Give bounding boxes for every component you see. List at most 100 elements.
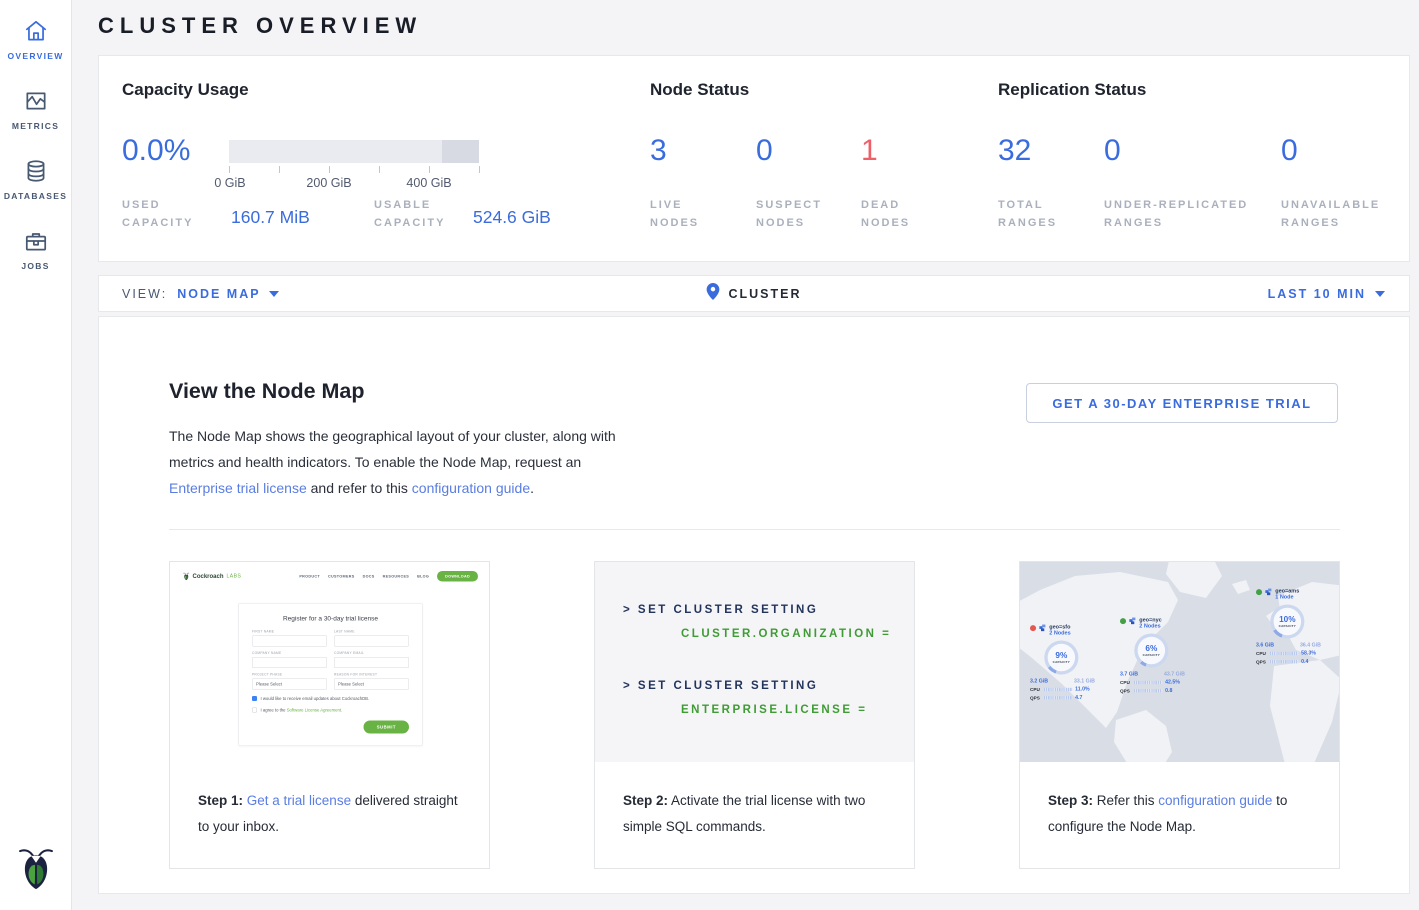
jobs-icon [23, 228, 49, 254]
step-number: Step 1: [198, 793, 243, 808]
replication-status-title: Replication Status [998, 80, 1146, 100]
field-label: COMPANY NAME [252, 652, 327, 656]
get-trial-license-link[interactable]: Get a trial license [247, 793, 351, 808]
home-icon [23, 18, 49, 44]
node-status-title: Node Status [650, 80, 749, 100]
capacity-gauge: 10%CAPACITY [1270, 605, 1304, 639]
cockroach-labs-logo-icon [18, 845, 54, 896]
cpu-bar [1044, 688, 1073, 691]
cockroach-labs-logo: Cockroach LABS [183, 572, 241, 581]
step3-caption: Step 3: Refer this configuration guide t… [1020, 762, 1339, 840]
map-node-sfo: geo=sfo2 Nodes 9%CAPACITY 3.2 GiB33.1 Gi… [1030, 624, 1118, 700]
node-live-dot [1256, 589, 1262, 595]
select-input: Please Select [334, 679, 409, 690]
axis-tick: 0 GiB [214, 176, 245, 190]
node-map-thumbnail: geo=sfo2 Nodes 9%CAPACITY 3.2 GiB33.1 Gi… [1020, 562, 1339, 762]
under-replicated-value: 0 [1104, 134, 1121, 168]
step2-card: > SET CLUSTER SETTING CLUSTER.ORGANIZATI… [594, 561, 915, 869]
sidebar: OVERVIEW METRICS DATABASES JOBS [0, 0, 72, 910]
desc-text: The Node Map shows the geographical layo… [169, 428, 616, 470]
nav-item: CUSTOMERS [328, 574, 355, 579]
capacity-bar [229, 140, 479, 163]
nav-item: BLOG [417, 574, 429, 579]
license-agreement-link: Software License Agreement. [287, 708, 343, 713]
page-title: CLUSTER OVERVIEW [98, 13, 422, 39]
suspect-nodes-label: SUSPECT NODES [756, 196, 822, 232]
form-title: Register for a 30-day trial license [252, 615, 409, 623]
checkbox-unchecked [252, 708, 257, 713]
qps-bar [1134, 689, 1163, 692]
select-input: Please Select [252, 679, 327, 690]
sidebar-item-jobs[interactable]: JOBS [0, 214, 71, 284]
panel-description: The Node Map shows the geographical layo… [169, 423, 621, 501]
cpu-bar [1270, 652, 1299, 655]
enterprise-trial-button[interactable]: GET A 30-DAY ENTERPRISE TRIAL [1026, 383, 1338, 423]
step1-caption: Step 1: Get a trial license delivered st… [170, 762, 489, 840]
text-input [252, 636, 327, 647]
checkbox-label: I would like to receive email updates ab… [261, 696, 370, 701]
view-label: VIEW: [122, 287, 167, 301]
sql-command: > SET CLUSTER SETTING [595, 680, 914, 692]
map-node-nyc: geo=nyc2 Nodes 6%CAPACITY 3.7 GiB43.7 Gi… [1120, 617, 1208, 693]
field-label: PROJECT PHASE [252, 673, 327, 677]
download-button: DOWNLOAD [437, 571, 478, 582]
node-map-panel: View the Node Map The Node Map shows the… [98, 316, 1410, 894]
logo-text: Cockroach [193, 573, 224, 580]
registration-form: Register for a 30-day trial license FIRS… [239, 603, 423, 746]
view-selector-dropdown[interactable]: NODE MAP [177, 287, 278, 301]
field-label: COMPANY EMAIL [334, 652, 409, 656]
cpu-bar [1134, 681, 1163, 684]
time-range-dropdown[interactable]: LAST 10 MIN [1268, 287, 1409, 301]
chevron-down-icon [269, 291, 279, 297]
node-cube-icon [1129, 617, 1137, 625]
qps-bar [1044, 696, 1073, 699]
under-replicated-label: UNDER-REPLICATED RANGES [1104, 196, 1248, 232]
usable-capacity-label: USABLE CAPACITY [374, 196, 445, 232]
live-nodes-value: 3 [650, 134, 667, 168]
sidebar-item-label: JOBS [21, 261, 49, 271]
node-dead-dot [1030, 625, 1036, 631]
capacity-percent: 0.0% [122, 134, 190, 168]
cluster-summary-card: Capacity Usage 0.0% 0 GiB 200 GiB 400 Gi… [98, 55, 1410, 262]
checkbox-label: I agree to the [261, 708, 287, 713]
enterprise-trial-license-link[interactable]: Enterprise trial license [169, 480, 307, 496]
used-capacity-value: 160.7 MiB [231, 207, 310, 228]
submit-button: SUBMIT [364, 721, 409, 734]
step-number: Step 3: [1048, 793, 1093, 808]
nav-item: PRODUCT [299, 574, 320, 579]
step2-caption: Step 2: Activate the trial license with … [595, 762, 914, 840]
mini-site-nav: PRODUCT CUSTOMERS DOCS RESOURCES BLOG DO… [299, 571, 478, 582]
node-cube-icon [1265, 588, 1273, 596]
field-label: LAST NAME [334, 630, 409, 634]
total-ranges-label: TOTAL RANGES [998, 196, 1057, 232]
nav-item: RESOURCES [383, 574, 409, 579]
trial-site-thumbnail: Cockroach LABS PRODUCT CUSTOMERS DOCS RE… [170, 562, 489, 762]
sidebar-item-databases[interactable]: DATABASES [0, 144, 71, 214]
sidebar-item-label: DATABASES [4, 191, 67, 201]
step1-card: Cockroach LABS PRODUCT CUSTOMERS DOCS RE… [169, 561, 490, 869]
sidebar-item-label: METRICS [12, 121, 59, 131]
suspect-nodes-value: 0 [756, 134, 773, 168]
used-capacity-label: USED CAPACITY [122, 196, 193, 232]
cluster-breadcrumb: CLUSTER [728, 287, 801, 301]
configuration-guide-link[interactable]: configuration guide [412, 480, 530, 496]
configuration-guide-link[interactable]: configuration guide [1158, 793, 1272, 808]
desc-text: and refer to this [307, 480, 412, 496]
sql-setting: CLUSTER.ORGANIZATION = [595, 628, 914, 640]
sql-command: > SET CLUSTER SETTING [595, 604, 914, 616]
sidebar-item-overview[interactable]: OVERVIEW [0, 0, 71, 74]
map-node-ams: geo=ams1 Node 10%CAPACITY 3.6 GiB36.4 Gi… [1256, 588, 1339, 664]
checkbox-checked [252, 696, 257, 701]
node-cube-icon [1039, 624, 1047, 632]
chevron-down-icon [1375, 291, 1385, 297]
step3-card: geo=sfo2 Nodes 9%CAPACITY 3.2 GiB33.1 Gi… [1019, 561, 1340, 869]
databases-icon [23, 158, 49, 184]
divider [169, 529, 1340, 530]
panel-heading: View the Node Map [169, 379, 365, 404]
usable-capacity-value: 524.6 GiB [473, 207, 551, 228]
step-number: Step 2: [623, 793, 668, 808]
dead-nodes-value: 1 [861, 134, 878, 168]
capacity-usage-title: Capacity Usage [122, 80, 249, 100]
metrics-icon [23, 88, 49, 114]
sidebar-item-metrics[interactable]: METRICS [0, 74, 71, 144]
